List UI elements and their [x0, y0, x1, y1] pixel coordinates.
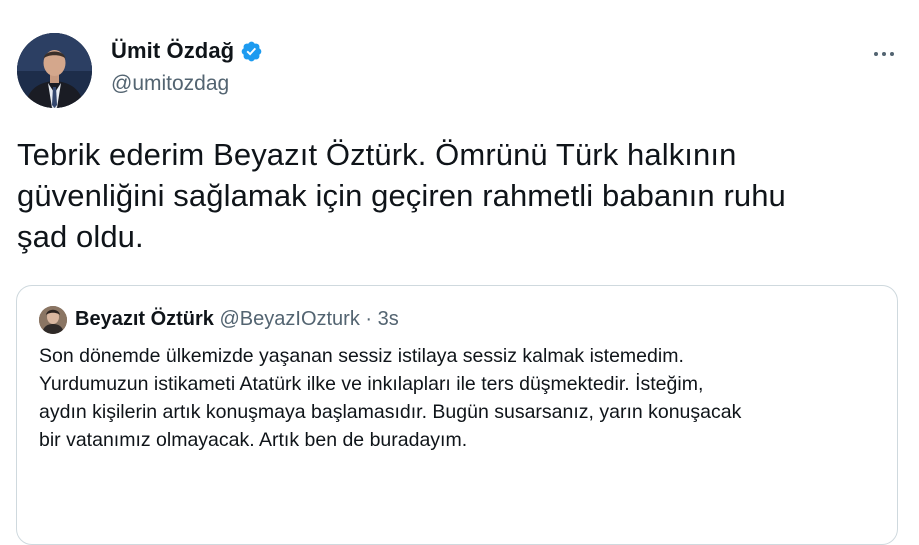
more-options-dot: [890, 52, 894, 56]
quoted-author-avatar[interactable]: [39, 306, 67, 334]
quoted-separator: ·: [365, 308, 373, 330]
tweet-text-line: güvenliğini sağlamak için geçiren rahmet…: [17, 178, 786, 213]
tweet-card: Ümit Özdağ @umitozdag Tebrik ederim Beya…: [0, 0, 919, 545]
quoted-avatar-photo: [39, 306, 67, 334]
quoted-text: Son dönemde ülkemizde yaşanan sessiz ist…: [39, 342, 889, 454]
quoted-text-line: bir vatanımız olmayacak. Artık ben de bu…: [39, 429, 468, 451]
more-options-icon: [874, 52, 878, 56]
more-options-button[interactable]: [866, 40, 902, 68]
author-handle[interactable]: @umitozdag: [111, 72, 229, 96]
avatar-photo: [17, 33, 92, 108]
quoted-timestamp[interactable]: 3s: [378, 308, 399, 330]
tweet-text: Tebrik ederim Beyazıt Öztürk. Ömrünü Tür…: [17, 134, 907, 257]
author-name-text[interactable]: Ümit Özdağ: [111, 38, 234, 64]
quoted-author-handle[interactable]: @BeyazIOzturk: [220, 308, 360, 330]
quoted-header: Beyazıt Öztürk @BeyazIOzturk · 3s: [75, 308, 399, 331]
tweet-text-line: Tebrik ederim Beyazıt Öztürk. Ömrünü Tür…: [17, 137, 737, 172]
author-avatar[interactable]: [17, 33, 92, 108]
quoted-text-line: Yurdumuzun istikameti Atatürk ilke ve in…: [39, 373, 704, 395]
quoted-text-line: aydın kişilerin artık konuşmaya başlamas…: [39, 401, 742, 423]
tweet-text-line: şad oldu.: [17, 219, 144, 254]
quoted-author-name[interactable]: Beyazıt Öztürk: [75, 308, 214, 330]
quoted-tweet[interactable]: Beyazıt Öztürk @BeyazIOzturk · 3s Son dö…: [16, 285, 898, 545]
more-options-dot: [882, 52, 886, 56]
quoted-text-line: Son dönemde ülkemizde yaşanan sessiz ist…: [39, 345, 684, 367]
author-name[interactable]: Ümit Özdağ: [111, 38, 263, 64]
verified-badge-icon: [241, 41, 262, 61]
